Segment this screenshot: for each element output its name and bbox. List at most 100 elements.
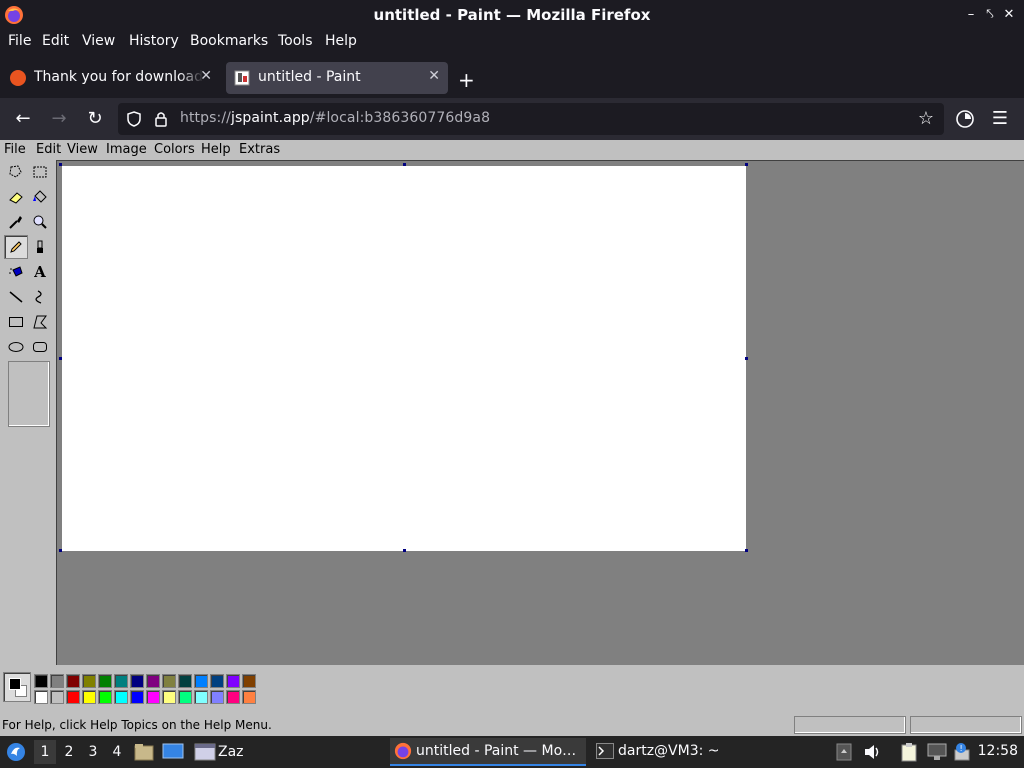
- desktop-icon[interactable]: [162, 743, 184, 761]
- menu-history[interactable]: History: [129, 33, 179, 49]
- ellipse-icon[interactable]: [4, 335, 28, 359]
- palette-swatch[interactable]: [146, 690, 160, 704]
- curve-icon[interactable]: [28, 285, 52, 309]
- workspace-1[interactable]: 1: [34, 740, 56, 764]
- line-icon[interactable]: [4, 285, 28, 309]
- drawing-canvas[interactable]: [62, 166, 746, 551]
- palette-swatch[interactable]: [242, 690, 256, 704]
- select-icon[interactable]: [28, 160, 52, 184]
- palette-swatch[interactable]: [34, 674, 48, 688]
- pencil-icon[interactable]: [4, 235, 28, 259]
- bookmark-star-icon[interactable]: ☆: [918, 108, 934, 129]
- palette-swatch[interactable]: [162, 674, 176, 688]
- color-picker-icon[interactable]: [4, 210, 28, 234]
- resize-handle-right[interactable]: [745, 357, 748, 360]
- palette-swatch[interactable]: [194, 674, 208, 688]
- menu-bookmarks[interactable]: Bookmarks: [190, 33, 268, 49]
- clipboard-icon[interactable]: [900, 742, 918, 762]
- back-arrow-icon[interactable]: ←: [12, 108, 34, 130]
- paint-menu-view[interactable]: View: [67, 142, 98, 157]
- window-icon[interactable]: [194, 743, 216, 761]
- palette-swatch[interactable]: [98, 690, 112, 704]
- taskbar-zaz-label[interactable]: Zaz: [218, 744, 244, 760]
- workspace-3[interactable]: 3: [82, 740, 104, 764]
- palette-swatch[interactable]: [226, 690, 240, 704]
- rounded-rectangle-icon[interactable]: [28, 335, 52, 359]
- lock-icon[interactable]: [154, 110, 168, 128]
- palette-swatch[interactable]: [98, 674, 112, 688]
- task-firefox[interactable]: untitled - Paint — Mo…: [390, 738, 586, 766]
- menu-file[interactable]: File: [8, 33, 31, 49]
- resize-handle-corner[interactable]: [745, 549, 748, 552]
- palette-swatch[interactable]: [50, 674, 64, 688]
- shield-icon[interactable]: [126, 111, 142, 127]
- forward-arrow-icon[interactable]: →: [48, 108, 70, 130]
- menu-edit[interactable]: Edit: [42, 33, 69, 49]
- menu-help[interactable]: Help: [325, 33, 357, 49]
- tool-options-panel[interactable]: [8, 361, 50, 427]
- terminal-icon: [596, 743, 614, 759]
- menu-view[interactable]: View: [82, 33, 115, 49]
- task-terminal[interactable]: dartz@VM3: ~: [592, 738, 732, 766]
- close-window-button[interactable]: ✕: [1000, 6, 1018, 24]
- resize-handle: [403, 163, 406, 166]
- palette-swatch[interactable]: [242, 674, 256, 688]
- paint-menu-image[interactable]: Image: [106, 142, 147, 157]
- airbrush-icon[interactable]: [4, 260, 28, 284]
- resize-handle-bottom[interactable]: [403, 549, 406, 552]
- maximize-button[interactable]: ⤣: [981, 6, 999, 24]
- palette-swatch[interactable]: [178, 674, 192, 688]
- paint-menu-colors[interactable]: Colors: [154, 142, 195, 157]
- tab-thank-you[interactable]: Thank you for downloading ✕: [2, 62, 220, 94]
- workspace-4[interactable]: 4: [106, 740, 128, 764]
- palette-swatch[interactable]: [226, 674, 240, 688]
- polygon-icon[interactable]: [28, 310, 52, 334]
- palette-swatch[interactable]: [114, 674, 128, 688]
- palette-swatch[interactable]: [66, 690, 80, 704]
- url-bar[interactable]: https://jspaint.app/#local:b386360776d9a…: [118, 103, 944, 135]
- firefox-account-icon[interactable]: [955, 109, 975, 129]
- palette-swatch[interactable]: [194, 690, 208, 704]
- palette-swatch[interactable]: [210, 690, 224, 704]
- palette-swatch[interactable]: [130, 690, 144, 704]
- palette-swatch[interactable]: [130, 674, 144, 688]
- paint-menu-extras[interactable]: Extras: [239, 142, 280, 157]
- palette-swatch[interactable]: [50, 690, 64, 704]
- palette-swatch[interactable]: [178, 690, 192, 704]
- file-manager-icon[interactable]: [134, 743, 154, 761]
- palette-swatch[interactable]: [82, 674, 96, 688]
- minimize-button[interactable]: –: [962, 6, 980, 24]
- paint-menu-help[interactable]: Help: [201, 142, 231, 157]
- volume-icon[interactable]: [863, 743, 881, 761]
- workspace-2[interactable]: 2: [58, 740, 80, 764]
- free-form-select-icon[interactable]: [4, 160, 28, 184]
- palette-swatch[interactable]: [162, 690, 176, 704]
- palette-swatch[interactable]: [146, 674, 160, 688]
- reload-icon[interactable]: ↻: [84, 108, 106, 130]
- tab-paint[interactable]: untitled - Paint ✕: [226, 62, 448, 94]
- resize-handle: [59, 357, 62, 360]
- rectangle-icon[interactable]: [4, 310, 28, 334]
- tab-close-icon[interactable]: ✕: [428, 68, 440, 84]
- palette-swatch[interactable]: [66, 674, 80, 688]
- magnifier-icon[interactable]: [28, 210, 52, 234]
- notification-tray-icon[interactable]: [836, 743, 852, 761]
- start-menu-icon[interactable]: [6, 742, 26, 762]
- paint-menu-file[interactable]: File: [4, 142, 26, 157]
- eraser-icon[interactable]: [4, 185, 28, 209]
- palette-swatch[interactable]: [114, 690, 128, 704]
- text-tool-icon[interactable]: A: [28, 260, 52, 284]
- palette-swatch[interactable]: [34, 690, 48, 704]
- network-icon[interactable]: [927, 743, 947, 761]
- update-notifier-icon[interactable]: !: [953, 742, 973, 762]
- fill-bucket-icon[interactable]: [28, 185, 52, 209]
- paint-menu-edit[interactable]: Edit: [36, 142, 61, 157]
- new-tab-button[interactable]: +: [458, 68, 475, 92]
- hamburger-menu-icon[interactable]: ☰: [989, 108, 1011, 130]
- menu-tools[interactable]: Tools: [278, 33, 313, 49]
- tab-close-icon[interactable]: ✕: [200, 68, 212, 84]
- palette-swatch[interactable]: [82, 690, 96, 704]
- brush-icon[interactable]: [28, 235, 52, 259]
- svg-text:!: !: [960, 744, 963, 753]
- palette-swatch[interactable]: [210, 674, 224, 688]
